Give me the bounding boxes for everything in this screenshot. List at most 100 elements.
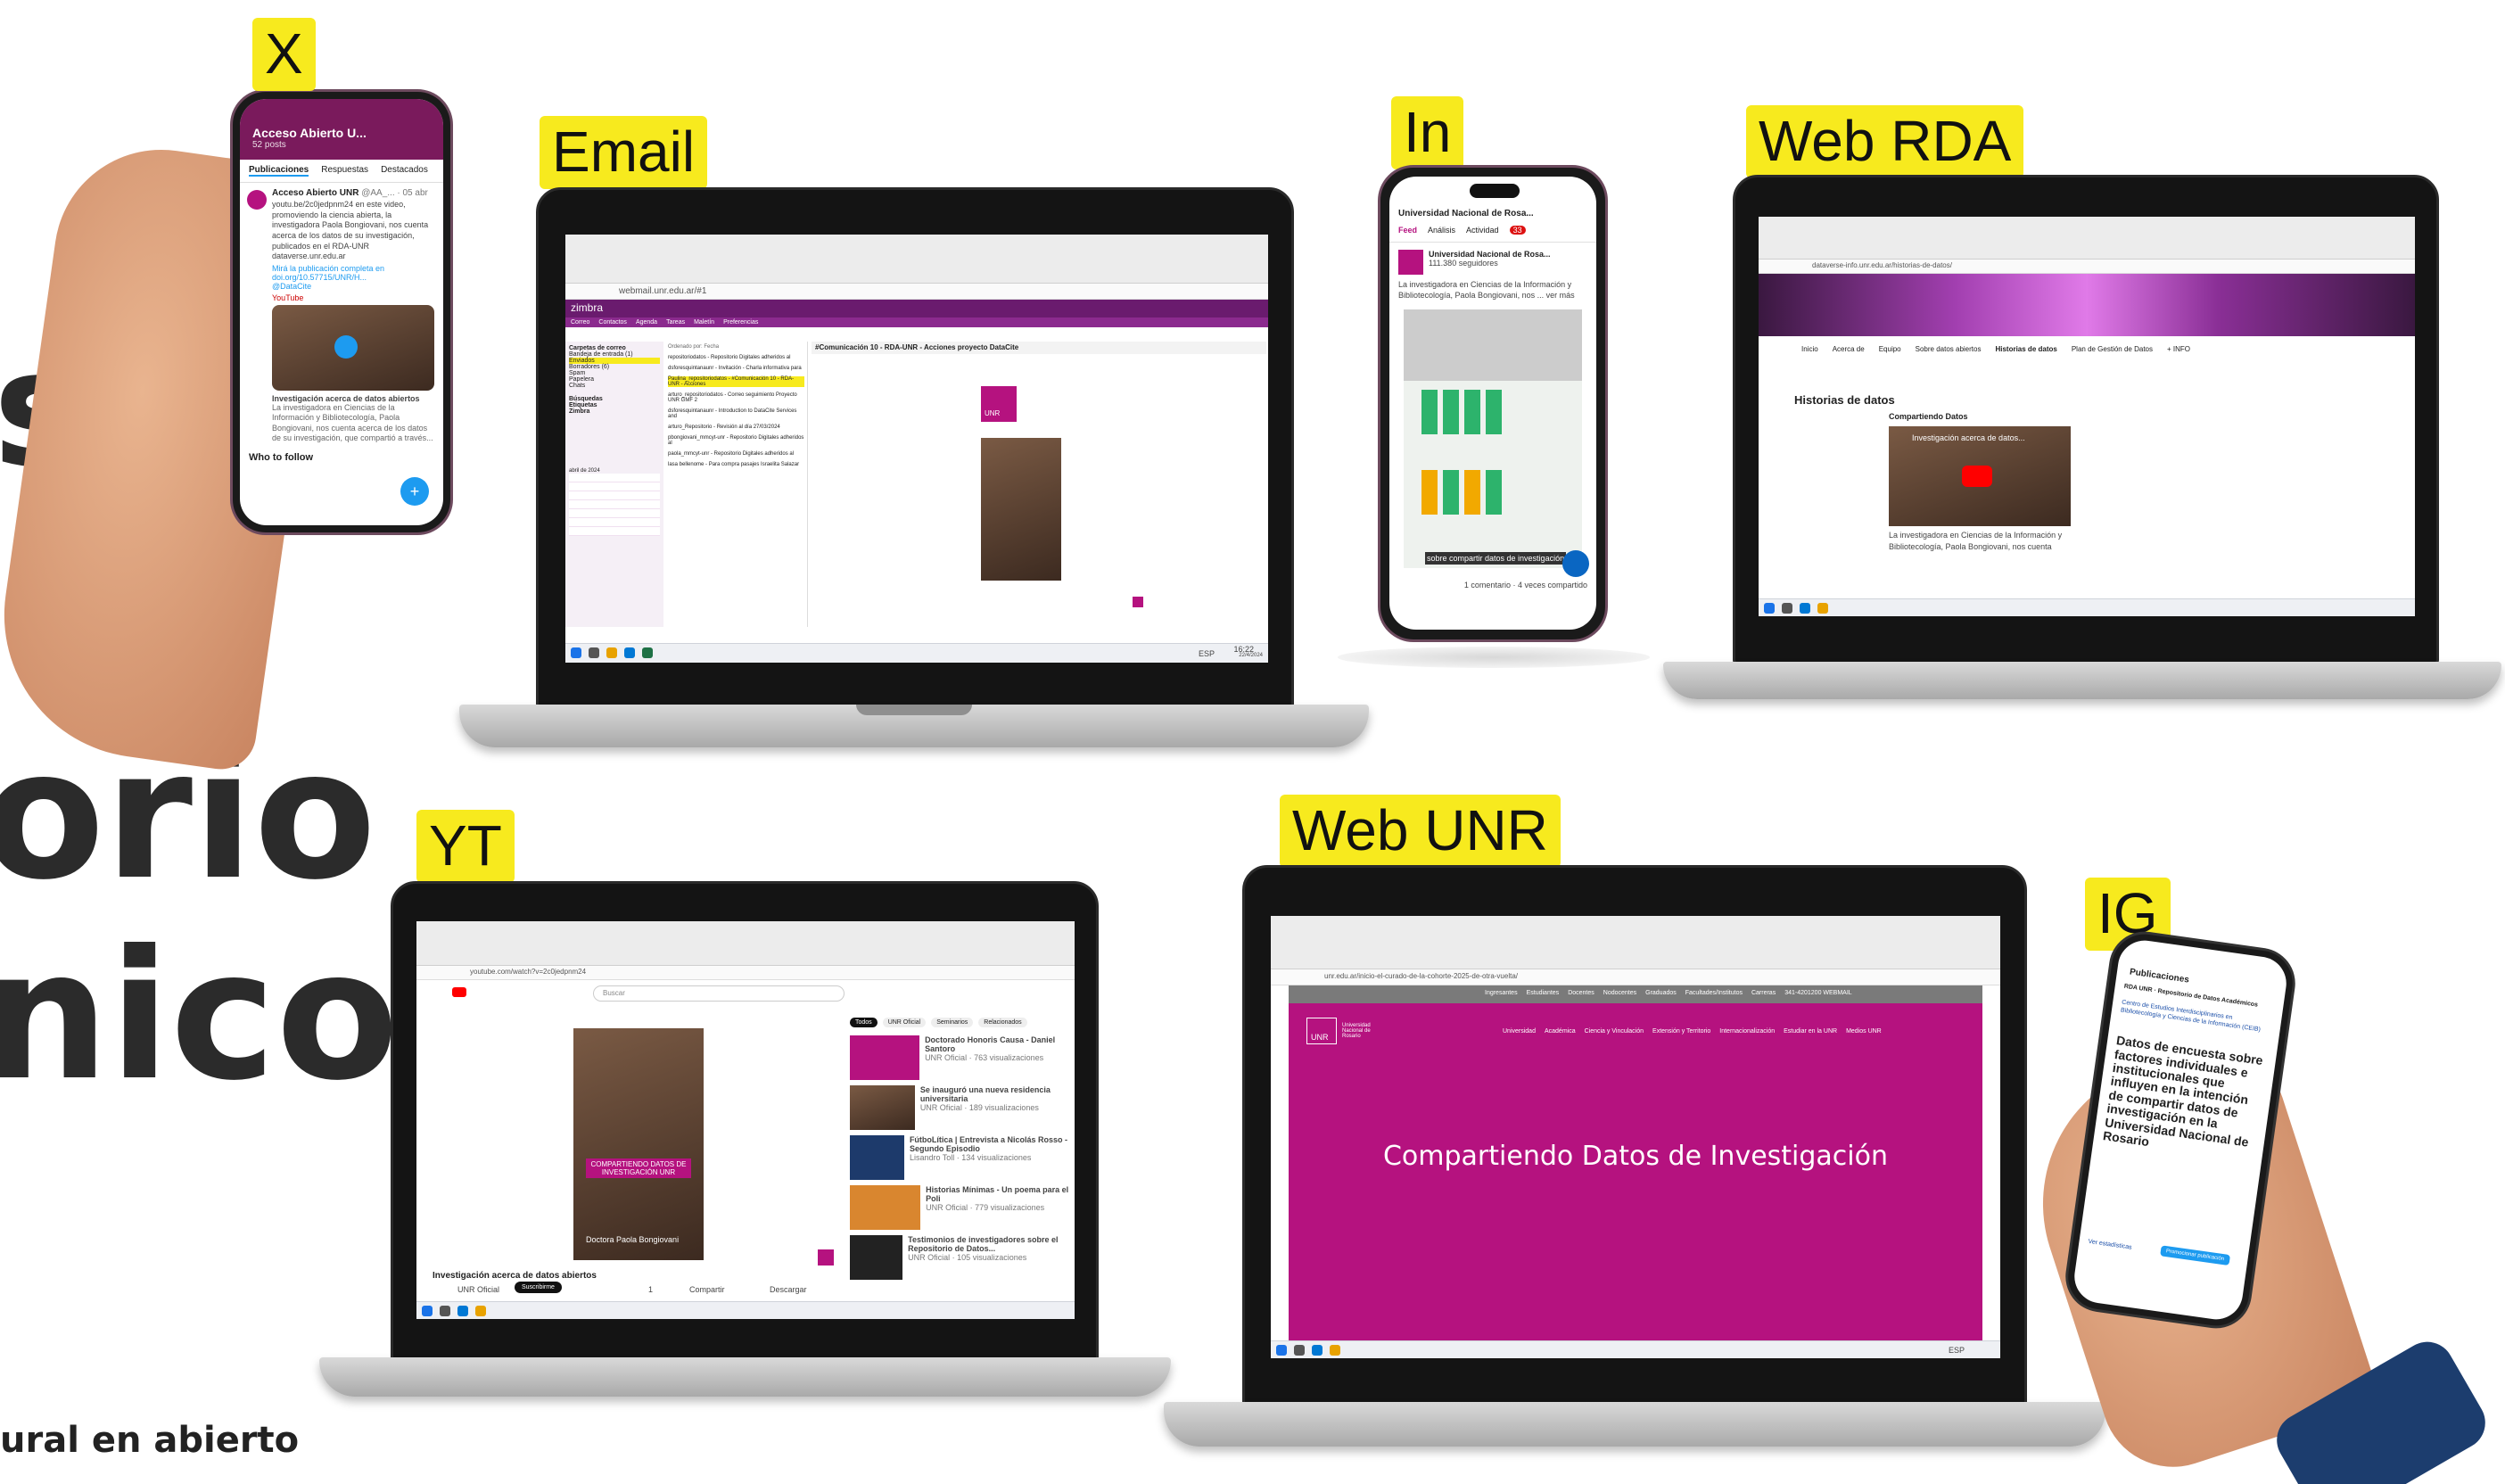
message-row-selected[interactable]: Paulina_repositoriodatos - #Comunicación… [668,376,804,387]
edge-icon[interactable] [624,647,635,658]
link-estudiantes[interactable]: Estudiantes [1527,990,1560,1003]
related-video[interactable]: Se inauguró una nueva residencia univers… [850,1085,1069,1135]
related-thumbnail[interactable] [850,1085,915,1130]
message-row[interactable]: dsforesquintanaunr - Invitación - Charla… [668,366,804,371]
folder-spam[interactable]: Spam [569,370,660,376]
related-video[interactable]: FútboLítica | Entrevista a Nicolás Rosso… [850,1135,1069,1185]
nav-preferences[interactable]: Preferencias [723,319,758,326]
ig-promote-button[interactable]: Promocionar publicación [2160,1245,2230,1266]
mini-calendar[interactable] [569,474,660,536]
message-row[interactable]: arturo_repositoriodatos - Correo seguimi… [668,392,804,403]
link-docentes[interactable]: Docentes [1568,990,1594,1003]
folder-icon[interactable] [606,647,617,658]
related-video[interactable]: Testimonios de investigadores sobre el R… [850,1235,1069,1285]
unr-logo[interactable]: UNR [1306,1018,1337,1044]
chip-related[interactable]: Relacionados [978,1018,1027,1027]
chip-all[interactable]: Todos [850,1018,878,1027]
youtube-logo-icon[interactable] [452,987,466,997]
nav-internacional[interactable]: Internacionalización [1719,1028,1775,1035]
link-facultades[interactable]: Facultades/Institutos [1685,990,1743,1003]
tab-feed[interactable]: Feed [1398,226,1417,235]
message-row[interactable]: repositoriodatos - Repositorio Digitales… [668,355,804,360]
search-icon[interactable] [589,647,599,658]
chip-channel[interactable]: UNR Oficial [882,1018,927,1027]
folder-icon[interactable] [1330,1345,1340,1356]
search-icon[interactable] [440,1306,450,1316]
play-icon[interactable] [334,335,358,359]
nav-tasks[interactable]: Tareas [666,319,685,326]
link-ingresantes[interactable]: Ingresantes [1485,990,1518,1003]
folder-inbox[interactable]: Bandeja de entrada (1) [569,351,660,358]
section-tags[interactable]: Etiquetas [569,402,660,408]
related-thumbnail[interactable] [850,1035,920,1080]
nav-about[interactable]: Acerca de [1833,345,1865,367]
yt-download-button[interactable]: Descargar [770,1285,807,1294]
tab-activity[interactable]: Actividad [1466,226,1499,235]
section-searches[interactable]: Búsquedas [569,396,660,402]
unr-address-bar[interactable]: unr.edu.ar/inicio-el-curado-de-la-cohort… [1271,969,2000,985]
yt-channel[interactable]: UNR Oficial [457,1285,499,1294]
folder-drafts[interactable]: Borradores (6) [569,364,660,370]
related-thumbnail[interactable] [850,1235,903,1280]
windows-icon[interactable] [1764,603,1775,614]
nav-team[interactable]: Equipo [1879,345,1901,367]
nav-dmp[interactable]: Plan de Gestión de Datos [2072,345,2153,367]
nav-mail[interactable]: Correo [571,319,589,326]
related-video[interactable]: Doctorado Honoris Causa - Daniel Santoro… [850,1035,1069,1085]
related-thumbnail[interactable] [850,1135,904,1180]
x-post-tag[interactable]: @DataCite [272,282,434,291]
edge-icon[interactable] [1800,603,1810,614]
nav-medios[interactable]: Medios UNR [1846,1028,1882,1035]
rda-video[interactable]: Investigación acerca de datos... [1889,426,2071,526]
compose-icon[interactable]: + [400,477,429,506]
section-zimbra[interactable]: Zimbra [569,408,660,415]
nav-more[interactable]: + INFO [2167,345,2190,367]
nav-academica[interactable]: Académica [1545,1028,1576,1035]
folder-icon[interactable] [475,1306,486,1316]
linkedin-post-image[interactable]: sobre compartir datos de investigación [1404,309,1589,578]
x-post-link[interactable]: Mirá la publicación completa en doi.org/… [272,264,434,282]
link-nodocentes[interactable]: Nodocentes [1603,990,1636,1003]
folder-sent[interactable]: Enviados [569,358,660,364]
link-carreras[interactable]: Carreras [1751,990,1776,1003]
edge-icon[interactable] [457,1306,468,1316]
nav-estudiar[interactable]: Estudiar en la UNR [1784,1028,1837,1035]
windows-icon[interactable] [422,1306,433,1316]
message-row[interactable]: dsforesquintanaunr - Introduction to Dat… [668,408,804,419]
yt-address-bar[interactable]: youtube.com/watch?v=2c0jedpnm24 [416,966,1075,980]
yt-video-player[interactable]: COMPARTIENDO DATOS DE INVESTIGACIÓN UNR … [573,1028,704,1260]
chip-seminars[interactable]: Seminarios [931,1018,974,1027]
message-row[interactable]: arturo_Repositorio - Revisión al día 27/… [668,425,804,430]
x-tab-replies[interactable]: Respuestas [321,165,368,177]
folder-icon[interactable] [1817,603,1828,614]
play-icon[interactable] [1962,466,1992,487]
x-tab-highlights[interactable]: Destacados [381,165,428,177]
nav-briefcase[interactable]: Maletín [694,319,714,326]
link-graduados[interactable]: Graduados [1645,990,1677,1003]
x-video-thumbnail[interactable] [272,305,434,392]
rda-address-bar[interactable]: dataverse-info.unr.edu.ar/historias-de-d… [1759,260,2415,274]
tab-analytics[interactable]: Análisis [1428,226,1455,235]
yt-share-button[interactable]: Compartir [689,1285,725,1294]
folder-chats[interactable]: Chats [569,383,660,389]
message-row[interactable]: lasa bellenome - Para compra pasajes Isr… [668,462,804,467]
nav-extension[interactable]: Extensión y Territorio [1652,1028,1710,1035]
search-icon[interactable] [1294,1345,1305,1356]
email-address-bar[interactable]: webmail.unr.edu.ar/#1 [565,284,1268,300]
x-tab-posts[interactable]: Publicaciones [249,165,309,177]
edge-icon[interactable] [1312,1345,1323,1356]
related-thumbnail[interactable] [850,1185,921,1230]
related-video[interactable]: Historias Mínimas - Un poema para el Pol… [850,1185,1069,1235]
nav-home[interactable]: Inicio [1801,345,1818,367]
email-video-thumbnail[interactable] [981,438,1061,581]
excel-icon[interactable] [642,647,653,658]
nav-contacts[interactable]: Contactos [598,319,627,326]
x-post[interactable]: Acceso Abierto UNR @AA_... · 05 abr yout… [240,183,443,443]
nav-data-stories[interactable]: Historias de datos [1995,345,2056,367]
ig-insights-link[interactable]: Ver estadísticas [2088,1239,2132,1251]
nav-calendar[interactable]: Agenda [636,319,657,326]
folder-trash[interactable]: Papelera [569,376,660,383]
nav-universidad[interactable]: Universidad [1503,1028,1536,1035]
message-row[interactable]: paola_mmcyt-unr - Repositorio Digitales … [668,451,804,457]
yt-subscribe-button[interactable]: Suscribirme [515,1282,562,1293]
